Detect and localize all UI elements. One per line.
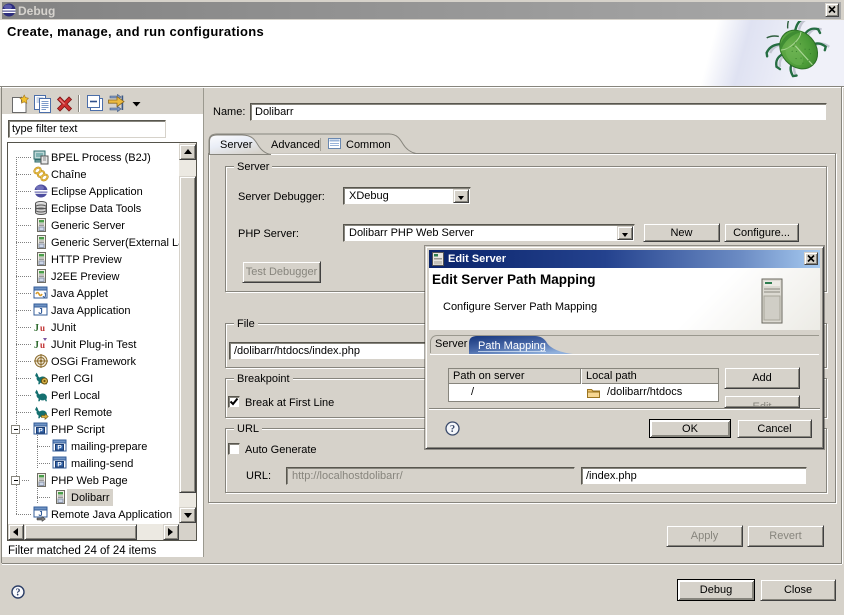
svg-text:Common: Common (346, 139, 391, 151)
svg-text:J: J (43, 293, 47, 300)
svg-text:?: ? (450, 424, 455, 435)
svg-text:P: P (38, 427, 43, 434)
svg-text:J: J (34, 323, 39, 334)
svg-text:u: u (40, 340, 45, 350)
svg-text:Server: Server (220, 139, 253, 151)
svg-text:?: ? (16, 588, 21, 599)
svg-text:P: P (57, 461, 62, 468)
svg-text:u: u (40, 323, 45, 333)
svg-text:P: P (57, 444, 62, 451)
svg-text:Advanced: Advanced (271, 139, 320, 151)
svg-text:Path Mapping: Path Mapping (478, 340, 546, 352)
svg-text:J: J (38, 307, 42, 316)
svg-text:J: J (34, 340, 39, 351)
